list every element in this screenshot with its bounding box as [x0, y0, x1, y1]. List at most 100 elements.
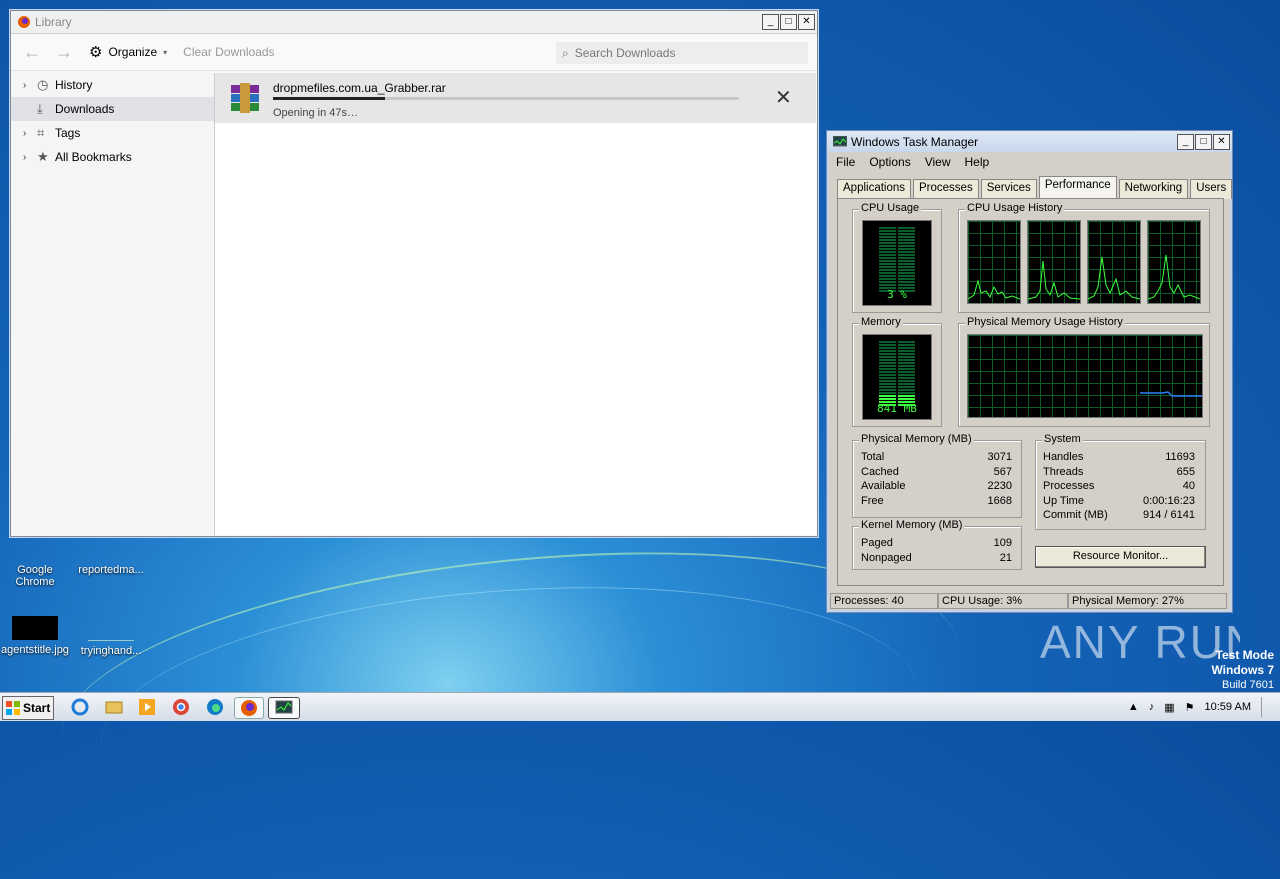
- expand-arrow-icon[interactable]: ›: [23, 128, 37, 139]
- meter-segment: [879, 266, 896, 268]
- cpu-history-group: CPU Usage History: [958, 202, 1210, 313]
- kernel-memory-stats: Paged 109 Nonpaged 21: [861, 537, 1012, 566]
- menu-help[interactable]: Help: [965, 155, 990, 171]
- back-arrow-icon[interactable]: ←: [23, 42, 43, 63]
- meter-segment: [898, 371, 915, 373]
- tab-strip: Applications Processes Services Performa…: [837, 176, 1234, 199]
- sidebar-item-label: Downloads: [55, 102, 115, 116]
- window-title: Windows Task Manager: [851, 134, 979, 149]
- download-icon: ⤓: [37, 101, 43, 116]
- meter-segment: [898, 245, 915, 247]
- stat-value: 1668: [987, 494, 1012, 507]
- menu-file[interactable]: File: [836, 155, 855, 171]
- tab-services[interactable]: Services: [980, 179, 1037, 199]
- search-input[interactable]: ⌕ Search Downloads: [556, 42, 808, 64]
- file-icon: [88, 536, 134, 560]
- clear-downloads-button[interactable]: Clear Downloads: [183, 45, 274, 59]
- minimize-button[interactable]: _: [762, 14, 779, 30]
- status-bar: Processes: 40 CPU Usage: 3% Physical Mem…: [830, 593, 1227, 609]
- tab-networking[interactable]: Networking: [1118, 179, 1189, 199]
- library-titlebar[interactable]: Library _ □ ✕: [11, 11, 817, 34]
- sidebar-item-history[interactable]: › ◷ History: [11, 73, 214, 97]
- meter-segment: [898, 227, 915, 229]
- media-player-icon[interactable]: [137, 697, 157, 717]
- meter-segment: [898, 380, 915, 382]
- meter-segment: [898, 395, 915, 397]
- expand-arrow-icon[interactable]: ›: [23, 152, 37, 163]
- volume-icon[interactable]: ♪: [1149, 701, 1155, 713]
- meter-segment: [898, 398, 915, 400]
- stat-row: Available 2230: [861, 480, 1012, 495]
- minimize-button[interactable]: _: [1177, 134, 1194, 150]
- cpu-usage-value: 3 %: [887, 288, 907, 301]
- meter-segment: [898, 389, 915, 391]
- library-window: Library _ □ ✕ ← → ⚙ Organize ▾ Clear Dow…: [10, 10, 818, 537]
- sidebar-item-label: All Bookmarks: [55, 150, 132, 164]
- organize-button[interactable]: ⚙ Organize ▾: [89, 43, 167, 61]
- menu-view[interactable]: View: [925, 155, 951, 171]
- tab-performance[interactable]: Performance: [1038, 176, 1117, 199]
- task-manager-titlebar[interactable]: Windows Task Manager _ □ ✕: [827, 131, 1232, 152]
- show-desktop-button[interactable]: [1261, 697, 1272, 717]
- firefox-taskbar-button[interactable]: [234, 697, 264, 719]
- memory-history-line: [1140, 391, 1202, 397]
- sidebar-item-downloads[interactable]: ⤓ Downloads: [11, 97, 214, 121]
- status-memory: Physical Memory: 27%: [1068, 593, 1227, 609]
- desktop-icon-chrome[interactable]: Google Chrome: [0, 536, 70, 588]
- start-button[interactable]: Start: [2, 696, 54, 720]
- close-button[interactable]: ✕: [1213, 134, 1230, 150]
- maximize-button[interactable]: □: [1195, 134, 1212, 150]
- download-filename: dropmefiles.com.ua_Grabber.rar: [273, 81, 446, 95]
- performance-panel: CPU Usage 3 % CPU Usage History Memory 8…: [837, 198, 1224, 586]
- stat-value: 655: [1176, 465, 1195, 478]
- expand-arrow-icon[interactable]: ›: [23, 80, 37, 91]
- rar-archive-icon: [231, 83, 259, 113]
- status-cpu: CPU Usage: 3%: [938, 593, 1068, 609]
- menu-bar: File Options View Help: [827, 152, 1232, 174]
- meter-segment: [879, 347, 896, 349]
- chevron-down-icon: ▾: [163, 47, 168, 57]
- stat-row: Total 3071: [861, 451, 1012, 466]
- tab-users[interactable]: Users: [1190, 179, 1233, 199]
- menu-options[interactable]: Options: [869, 155, 910, 171]
- library-sidebar: › ◷ History ⤓ Downloads › ⌗ Tags › ★ All…: [11, 73, 215, 536]
- download-item[interactable]: dropmefiles.com.ua_Grabber.rar Opening i…: [215, 73, 816, 123]
- meter-segment: [879, 356, 896, 358]
- tab-applications[interactable]: Applications: [837, 179, 912, 199]
- cancel-download-icon[interactable]: ✕: [775, 85, 792, 110]
- file-explorer-icon[interactable]: [104, 697, 124, 717]
- meter-segment: [898, 242, 915, 244]
- stat-label: Cached: [861, 465, 899, 478]
- internet-explorer-icon[interactable]: [70, 697, 90, 717]
- build-line: Build 7601: [1222, 679, 1274, 691]
- forward-arrow-icon[interactable]: →: [55, 42, 75, 63]
- start-label: Start: [23, 701, 51, 715]
- stat-value: 21: [999, 551, 1012, 564]
- desktop-icon-tryinghand[interactable]: tryinghand...: [76, 616, 146, 657]
- firefox-icon: [18, 16, 30, 28]
- chrome-icon[interactable]: [171, 697, 191, 717]
- search-icon: ⌕: [562, 45, 569, 60]
- group-label: Physical Memory Usage History: [965, 316, 1125, 328]
- action-center-flag-icon[interactable]: ⚑: [1185, 701, 1195, 714]
- sidebar-item-all-bookmarks[interactable]: › ★ All Bookmarks: [11, 145, 214, 169]
- clock[interactable]: 10:59 AM: [1205, 701, 1251, 713]
- downloads-list: dropmefiles.com.ua_Grabber.rar Opening i…: [215, 73, 816, 535]
- close-button[interactable]: ✕: [798, 14, 815, 30]
- desktop-icon-agentstitle[interactable]: agentstitle.jpg: [0, 616, 70, 656]
- kernel-memory-group: Kernel Memory (MB) Paged 109 Nonpaged 21: [852, 519, 1022, 570]
- show-hidden-icons-icon[interactable]: ▲: [1128, 701, 1139, 713]
- network-icon[interactable]: ▦: [1164, 701, 1174, 714]
- meter-segment: [898, 359, 915, 361]
- resource-monitor-button[interactable]: Resource Monitor...: [1035, 546, 1206, 568]
- desktop-icon-reportedma[interactable]: reportedma...: [76, 536, 146, 576]
- meter-segment: [879, 398, 896, 400]
- stat-label: Handles: [1043, 451, 1084, 463]
- sidebar-item-tags[interactable]: › ⌗ Tags: [11, 121, 214, 145]
- maximize-button[interactable]: □: [780, 14, 797, 30]
- group-label: Kernel Memory (MB): [859, 519, 965, 531]
- task-manager-taskbar-button[interactable]: [268, 697, 300, 719]
- tab-processes[interactable]: Processes: [913, 179, 979, 199]
- meter-segment: [898, 284, 915, 286]
- edge-icon[interactable]: [205, 697, 225, 717]
